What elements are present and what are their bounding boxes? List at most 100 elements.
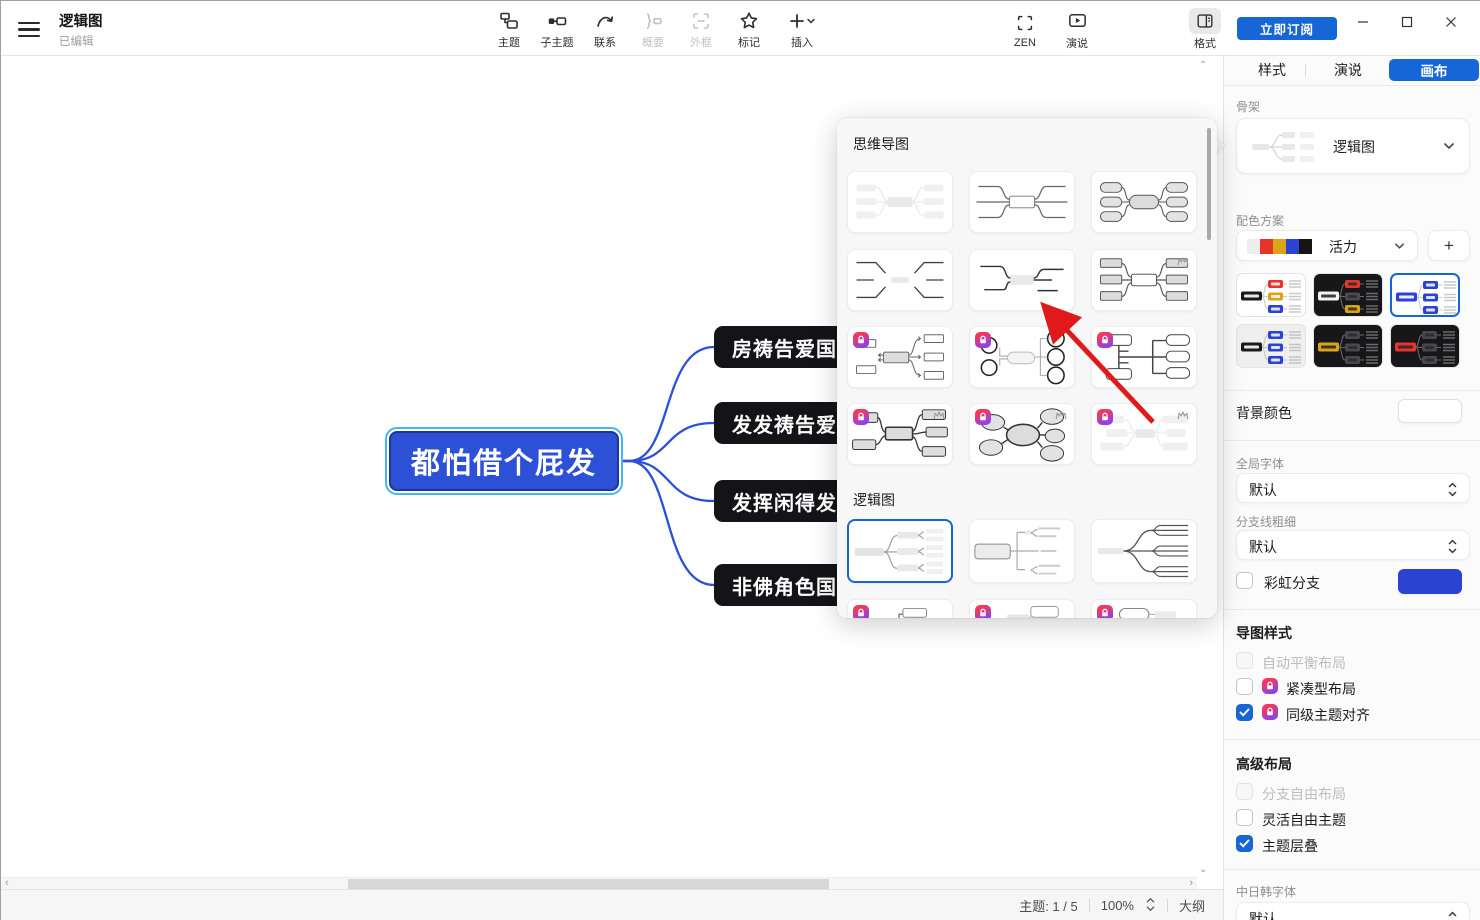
zen-label: ZEN [1014, 36, 1036, 49]
zoom-stepper-icon[interactable] [1145, 897, 1156, 915]
structure-option-map-arrows[interactable] [847, 326, 953, 388]
tool-boundary: 外框 [677, 6, 725, 52]
scroll-left-icon[interactable]: ‹ [5, 877, 9, 889]
scroll-right-icon[interactable]: › [1189, 877, 1193, 889]
skeleton-dropdown[interactable]: 逻辑图 [1236, 118, 1470, 174]
popup-section-title: 逻辑图 [853, 492, 895, 508]
structure-option-logic-box[interactable] [969, 519, 1075, 583]
menu-icon[interactable] [18, 18, 42, 38]
theme-thumbnail[interactable] [1390, 273, 1460, 317]
scheme-swatches [1247, 239, 1312, 254]
advanced-layout-checkbox[interactable] [1236, 835, 1253, 852]
status-bar: 主题: 1 / 5 100% 大纲 [1, 889, 1223, 920]
scheme-color-swatch [1299, 239, 1312, 254]
horizontal-scrollbar[interactable]: ‹ › [1, 877, 1197, 889]
global-font-select[interactable]: 默认 [1236, 473, 1470, 503]
theme-thumbnail[interactable] [1390, 324, 1460, 368]
lock-badge-icon [853, 605, 869, 618]
structure-option-map-boxes[interactable] [1091, 249, 1197, 311]
lock-badge-icon [975, 409, 991, 425]
format-sidebar: 样式 演说 画布 骨架 逻辑图 配色方案 活力 + 背景颜色 全局字体 默认 分… [1223, 56, 1480, 920]
theme-thumbnail[interactable] [1313, 324, 1383, 368]
tool-marker[interactable]: 标记 [725, 6, 773, 52]
present-icon [1061, 8, 1093, 34]
tool-relation[interactable]: 联系 [581, 6, 629, 52]
zen-mode-button[interactable]: ZEN [999, 6, 1051, 52]
structure-option-map-sketch[interactable] [847, 403, 953, 465]
structure-option-map-hex[interactable] [1091, 326, 1197, 388]
window-controls [1341, 1, 1473, 43]
format-panel-button[interactable]: 格式 [1179, 6, 1231, 52]
updown-icon [1448, 539, 1457, 554]
structure-option-logic-fan[interactable] [1091, 519, 1197, 583]
branch-width-select[interactable]: 默认 [1236, 530, 1470, 560]
rainbow-branch-checkbox[interactable] [1236, 572, 1253, 589]
cjk-font-select[interactable]: 默认 [1236, 902, 1470, 920]
structure-option-map-bubbles[interactable] [969, 403, 1075, 465]
map-style-checkbox [1236, 652, 1253, 669]
global-font-value: 默认 [1249, 482, 1277, 498]
add-scheme-button[interactable]: + [1428, 230, 1470, 261]
tool-insert[interactable]: 插入 [773, 6, 831, 52]
tool-subtopic[interactable]: 子主题 [533, 6, 581, 52]
scroll-down-icon[interactable]: ⌄ [1199, 864, 1207, 875]
scroll-up-icon[interactable]: ⌃ [1199, 60, 1207, 71]
scheme-value: 活力 [1329, 239, 1357, 255]
format-label: 格式 [1194, 37, 1216, 50]
structure-option-map-centerbar[interactable] [969, 249, 1075, 311]
theme-thumbnail[interactable] [1313, 273, 1383, 317]
structure-picker-popup: 思维导图 逻辑图 [837, 118, 1217, 618]
toolbar-tools: 主题 子主题 联系 概要 外框 标记 插入 [485, 6, 831, 52]
structure-option-logic-cut3[interactable] [1091, 599, 1197, 618]
maximize-button[interactable] [1385, 3, 1429, 41]
minimize-button[interactable] [1341, 3, 1385, 41]
topic-count: 主题: 1 / 5 [1019, 899, 1078, 914]
popup-scrollbar-thumb[interactable] [1207, 128, 1211, 240]
structure-option-map-pills[interactable] [1091, 171, 1197, 233]
structure-option-map-faded[interactable] [847, 171, 953, 233]
map-style-checkbox[interactable] [1236, 704, 1253, 721]
rainbow-branch-color[interactable] [1398, 569, 1462, 594]
lock-badge-icon [1262, 678, 1278, 694]
advanced-layout-checkbox[interactable] [1236, 809, 1253, 826]
structure-option-logic-tree[interactable] [847, 519, 953, 583]
present-button[interactable]: 演说 [1051, 6, 1103, 52]
tool-summary: 概要 [629, 6, 677, 52]
map-style-option-label: 紧凑型布局 [1286, 680, 1356, 697]
structure-option-map-circles[interactable] [969, 326, 1075, 388]
structure-option-map-faded2[interactable] [1091, 403, 1197, 465]
theme-thumbnail[interactable] [1236, 324, 1306, 368]
zen-icon [1009, 10, 1041, 36]
advanced-layout-checkbox [1236, 783, 1253, 800]
structure-option-map-outline[interactable] [969, 171, 1075, 233]
color-scheme-dropdown[interactable]: 活力 [1236, 230, 1418, 261]
structure-option-logic-cut2[interactable] [969, 599, 1075, 618]
tool-label: 子主题 [540, 36, 574, 49]
subscribe-button[interactable]: 立即订阅 [1237, 17, 1337, 40]
crown-icon [1176, 254, 1190, 272]
tab-style[interactable]: 样式 [1242, 59, 1302, 81]
tool-topic[interactable]: 主题 [485, 6, 533, 52]
theme-thumbnail[interactable] [1236, 273, 1306, 317]
format-icon [1189, 7, 1221, 34]
outline-button[interactable]: 大纲 [1179, 896, 1205, 915]
scheme-color-swatch [1260, 239, 1273, 254]
present-label: 演说 [1066, 37, 1088, 50]
lock-badge-icon [1097, 409, 1113, 425]
lock-badge-icon [1097, 332, 1113, 348]
zoom-level[interactable]: 100% [1101, 898, 1134, 913]
structure-option-map-angular[interactable] [847, 249, 953, 311]
tab-present[interactable]: 演说 [1318, 59, 1378, 81]
close-button[interactable] [1429, 3, 1473, 41]
topic-icon [498, 9, 520, 33]
tab-canvas[interactable]: 画布 [1389, 59, 1479, 81]
central-topic[interactable]: 都怕借个屁发 [389, 431, 619, 491]
horizontal-scrollbar-thumb[interactable] [348, 879, 829, 889]
structure-option-logic-cut1[interactable] [847, 599, 953, 618]
branch-width-label: 分支线粗细 [1236, 515, 1297, 529]
map-style-checkbox[interactable] [1236, 678, 1253, 695]
boundary-icon [690, 9, 712, 33]
advanced-layout-option-label: 灵活自由主题 [1262, 811, 1346, 828]
tool-label: 主题 [498, 36, 520, 49]
background-color-swatch[interactable] [1398, 399, 1462, 423]
